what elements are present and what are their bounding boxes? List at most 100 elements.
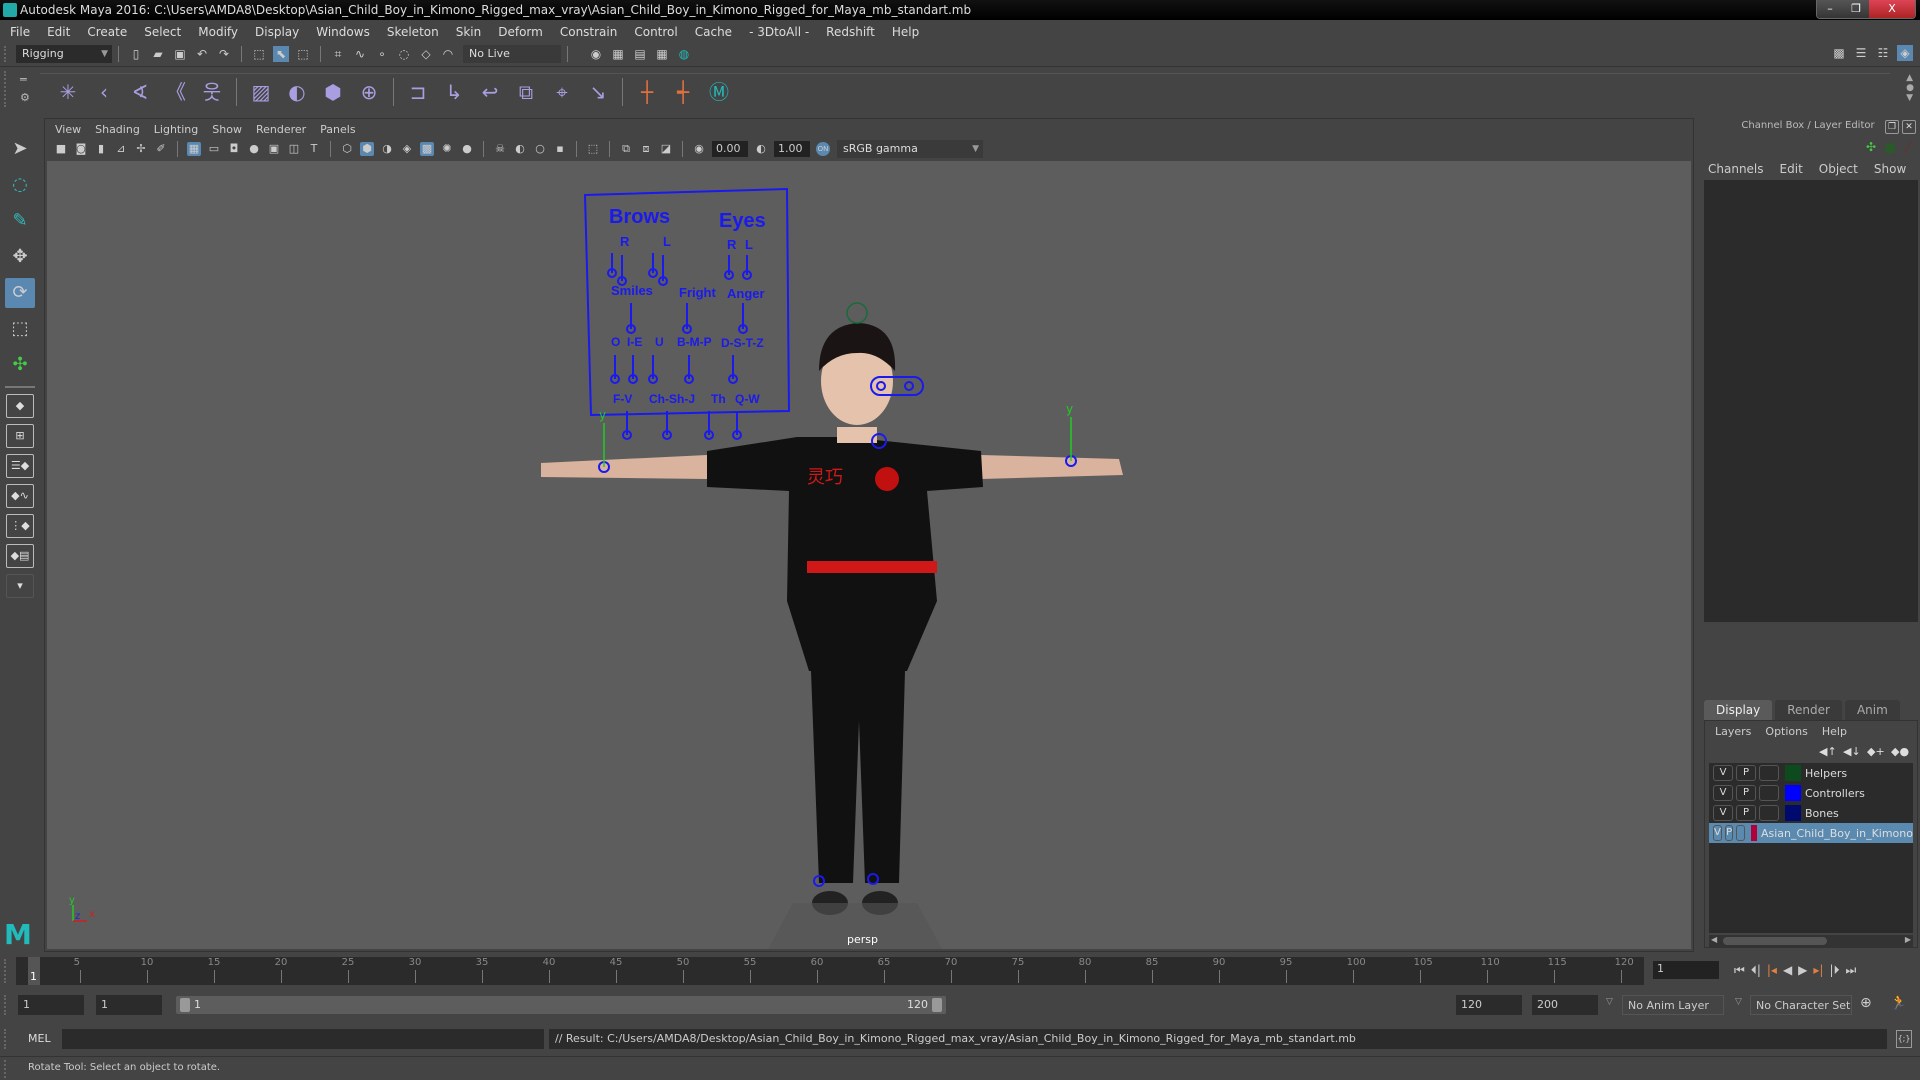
range-end-handle[interactable] (932, 998, 942, 1012)
snap-curve-icon[interactable]: ∿ (352, 46, 368, 62)
timeline-track[interactable]: 1 5 10 15 20 25 30 35 40 45 50 55 60 65 70 75 80 85 90 95 1… (16, 957, 1644, 985)
layer-row[interactable]: V P Helpers (1709, 763, 1913, 783)
panel-menu-lighting[interactable]: Lighting (154, 123, 198, 136)
mel-command-input[interactable] (62, 1029, 544, 1049)
range-slider[interactable]: 1 120 (176, 996, 946, 1014)
menu-redshift[interactable]: Redshift (826, 25, 875, 39)
scroll-right-icon[interactable]: ▶ (1905, 935, 1911, 944)
character-model[interactable]: 灵巧 (541, 323, 1123, 915)
menu-help[interactable]: Help (892, 25, 919, 39)
menu-cache[interactable]: Cache (695, 25, 732, 39)
gate-mask-icon[interactable]: ● (247, 142, 261, 156)
move-layer-up-icon[interactable]: ◀↑ (1819, 745, 1837, 758)
modeling-toolkit-icon[interactable]: ▩ (1831, 45, 1847, 61)
locator-icon[interactable]: ┼ (633, 78, 661, 106)
wireframe-icon[interactable]: ⬡ (340, 142, 354, 156)
grip-handle[interactable] (4, 71, 8, 107)
panel-menu-renderer[interactable]: Renderer (256, 123, 306, 136)
humanik-icon[interactable]: 웃 (198, 78, 226, 106)
menu-select[interactable]: Select (144, 25, 181, 39)
textured-icon[interactable]: ▩ (420, 142, 434, 156)
shadows-icon[interactable]: ● (460, 142, 474, 156)
lasso-tool-icon[interactable]: ◌ (5, 170, 35, 200)
joint-tool-icon[interactable]: ✳ (54, 78, 82, 106)
play-backwards-icon[interactable]: ◀ (1783, 963, 1792, 977)
isolate-select-icon[interactable]: ⬚ (586, 142, 600, 156)
3d-viewport[interactable]: Brows Eyes R L R L Smiles Fright Anger O… (47, 161, 1691, 949)
hypershade-persp-layout-icon[interactable]: ⋮◆ (6, 514, 34, 538)
snap-view-plane-icon[interactable]: ◌ (396, 46, 412, 62)
menu-deform[interactable]: Deform (498, 25, 543, 39)
layer-playback-toggle[interactable]: P (1724, 825, 1734, 841)
channel-box-layer-editor-icon[interactable]: ◈ (1897, 45, 1913, 61)
ik-handle-icon[interactable]: ‹ (90, 78, 118, 106)
rotate-tool-icon[interactable]: ⟳ (5, 278, 35, 308)
minimize-button[interactable]: – (1817, 0, 1843, 18)
grip-handle[interactable] (4, 995, 8, 1015)
ipr-render-icon[interactable]: ▤ (632, 46, 648, 62)
menu-skin[interactable]: Skin (456, 25, 482, 39)
move-tool-icon[interactable]: ✥ (5, 242, 35, 272)
grip-handle[interactable] (4, 959, 8, 983)
live-surface-field[interactable]: No Live Surface (463, 45, 561, 78)
shelf-scroll-icon[interactable]: ▲ ● ▼ (1906, 73, 1914, 103)
insert-joint-icon[interactable]: 《 (162, 78, 190, 106)
safe-title-icon[interactable]: T (307, 142, 321, 156)
layer-visibility-toggle[interactable]: V (1713, 785, 1733, 801)
select-by-hierarchy-icon[interactable]: ⬚ (251, 46, 267, 62)
orient-constraint-icon[interactable]: ↩ (476, 78, 504, 106)
gamma-field[interactable]: 1.00 (774, 141, 810, 157)
layer-display-type-toggle[interactable] (1759, 805, 1779, 821)
panel-menu-shading[interactable]: Shading (95, 123, 140, 136)
layer-playback-toggle[interactable]: P (1736, 785, 1756, 801)
xray-active-icon[interactable]: ⧈ (639, 142, 653, 156)
anim-layer-chevron-icon[interactable]: ▽ (1606, 997, 1613, 1007)
restore-button[interactable]: ❐ (1843, 0, 1869, 18)
resolution-gate-icon[interactable]: ◘ (227, 142, 241, 156)
range-start-handle[interactable] (180, 998, 190, 1012)
menu-modify[interactable]: Modify (198, 25, 238, 39)
go-to-start-icon[interactable]: ⏮ (1734, 963, 1745, 978)
float-panel-button[interactable]: ❐ (1885, 120, 1899, 134)
film-gate-icon[interactable]: ▭ (207, 142, 221, 156)
anim-layer-dropdown[interactable]: No Anim Layer (1622, 995, 1724, 1015)
cb-menu-channels[interactable]: Channels (1708, 162, 1764, 176)
playback-end-field[interactable]: 120 (1456, 995, 1522, 1015)
tool-settings-icon[interactable]: ☷ (1875, 45, 1891, 61)
head-helper-control[interactable] (846, 302, 868, 324)
close-panel-button[interactable]: ✕ (1902, 120, 1916, 134)
single-perspective-layout-icon[interactable]: ◆ (6, 394, 34, 418)
grip-handle[interactable] (4, 1029, 8, 1049)
more-layouts-icon[interactable]: ▾ (6, 574, 34, 598)
backface-culling-icon[interactable]: ◪ (659, 142, 673, 156)
parent-constraint-icon[interactable]: ⊐ (404, 78, 432, 106)
animation-preferences-icon[interactable]: 🏃 (1890, 995, 1907, 1011)
cb-menu-show[interactable]: Show (1874, 162, 1906, 176)
auto-key-icon[interactable]: ⊕ (1860, 995, 1872, 1011)
snap-surface-icon[interactable]: ◠ (440, 46, 456, 62)
step-back-frame-icon[interactable]: ⏴| (1751, 963, 1761, 978)
2d-pan-zoom-icon[interactable]: ✢ (134, 142, 148, 156)
xray-joints-icon[interactable]: ⧉ (619, 142, 633, 156)
tab-render[interactable]: Render (1775, 700, 1842, 720)
snap-live-icon[interactable]: ◇ (418, 46, 434, 62)
select-camera-icon[interactable]: ■ (54, 142, 68, 156)
step-back-key-icon[interactable]: |◂ (1767, 963, 1777, 977)
layer-display-type-toggle[interactable] (1759, 765, 1779, 781)
view-transform-dropdown[interactable]: sRGB gamma ▼ (837, 140, 983, 158)
use-all-lights-icon[interactable]: ✺ (440, 142, 454, 156)
grip-handle[interactable] (4, 46, 8, 62)
script-editor-icon[interactable]: {;} (1896, 1030, 1912, 1048)
aim-constraint-icon[interactable]: ⌖ (548, 78, 576, 106)
cb-menu-object[interactable]: Object (1819, 162, 1858, 176)
layer-row[interactable]: V P Controllers (1709, 783, 1913, 803)
eye-l-target[interactable] (904, 381, 914, 391)
character-set-chevron-icon[interactable]: ▽ (1735, 997, 1742, 1007)
layer-row[interactable]: V P Bones (1709, 803, 1913, 823)
locator-constraint-icon[interactable]: ┽ (669, 78, 697, 106)
manipulator-icon[interactable]: ✣ (1866, 140, 1876, 156)
animation-start-field[interactable]: 1 (18, 995, 84, 1015)
snap-grid-icon[interactable]: ⌗ (330, 46, 346, 62)
snap-point-icon[interactable]: ∘ (374, 46, 390, 62)
select-by-object-icon[interactable]: ⬉ (273, 46, 289, 62)
